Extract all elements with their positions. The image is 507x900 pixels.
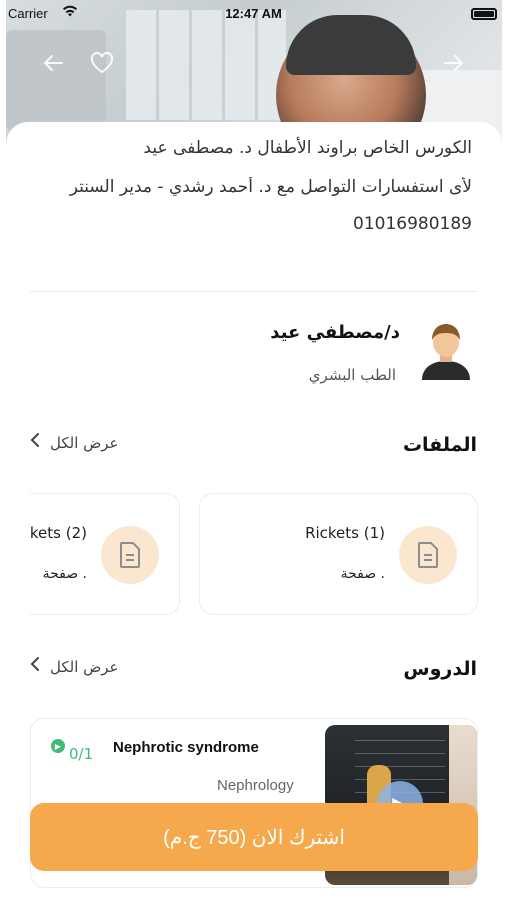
instructor-specialty: الطب البشري (308, 366, 396, 384)
play-circle-icon: ▶ (51, 739, 65, 753)
file-card[interactable]: Rickets (1) . صفحة (199, 493, 478, 615)
lessons-see-all-link[interactable]: عرض الكل (30, 656, 119, 677)
subscribe-button[interactable]: اشترك الان (750 ج.م) (30, 803, 478, 871)
right-arrow-icon[interactable] (443, 52, 465, 80)
chevron-left-icon (30, 432, 40, 453)
lessons-section-title: الدروس (403, 658, 477, 680)
lesson-progress: ▶ 0/1 (51, 739, 93, 763)
chevron-left-icon (30, 656, 40, 677)
battery-icon (471, 8, 497, 20)
heart-icon[interactable] (90, 51, 114, 80)
file-pages: . صفحة (42, 566, 87, 582)
file-pages: . صفحة (340, 566, 385, 582)
lesson-category: Nephrology (217, 777, 294, 794)
instructor-name[interactable]: د/مصطفي عيد (270, 322, 400, 343)
file-card[interactable]: Rickets (2) . صفحة (30, 493, 180, 615)
status-bar: Carrier 12:47 AM (0, 0, 507, 28)
files-see-all-link[interactable]: عرض الكل (30, 432, 119, 453)
files-see-all-label: عرض الكل (50, 433, 119, 452)
lesson-progress-count: 0/1 (69, 745, 94, 763)
course-description-line-2: لأى استفسارات التواصل مع د. أحمد رشدي - … (69, 177, 472, 197)
hero-background-equipment (6, 30, 106, 130)
course-description-line-1: الكورس الخاص براوند الأطفال د. مصطفى عيد (143, 138, 472, 158)
lessons-see-all-label: عرض الكل (50, 657, 119, 676)
document-icon (399, 526, 457, 584)
lesson-title: Nephrotic syndrome (113, 739, 259, 756)
file-title: Rickets (1) (305, 524, 385, 542)
divider (30, 291, 477, 292)
clock: 12:47 AM (225, 6, 282, 21)
instructor-avatar[interactable] (420, 322, 472, 380)
file-title: Rickets (2) (30, 524, 87, 542)
course-phone-number[interactable]: 01016980189 (353, 214, 472, 234)
left-arrow-icon[interactable] (42, 52, 64, 80)
document-icon (101, 526, 159, 584)
files-section-title: الملفات (402, 434, 477, 456)
